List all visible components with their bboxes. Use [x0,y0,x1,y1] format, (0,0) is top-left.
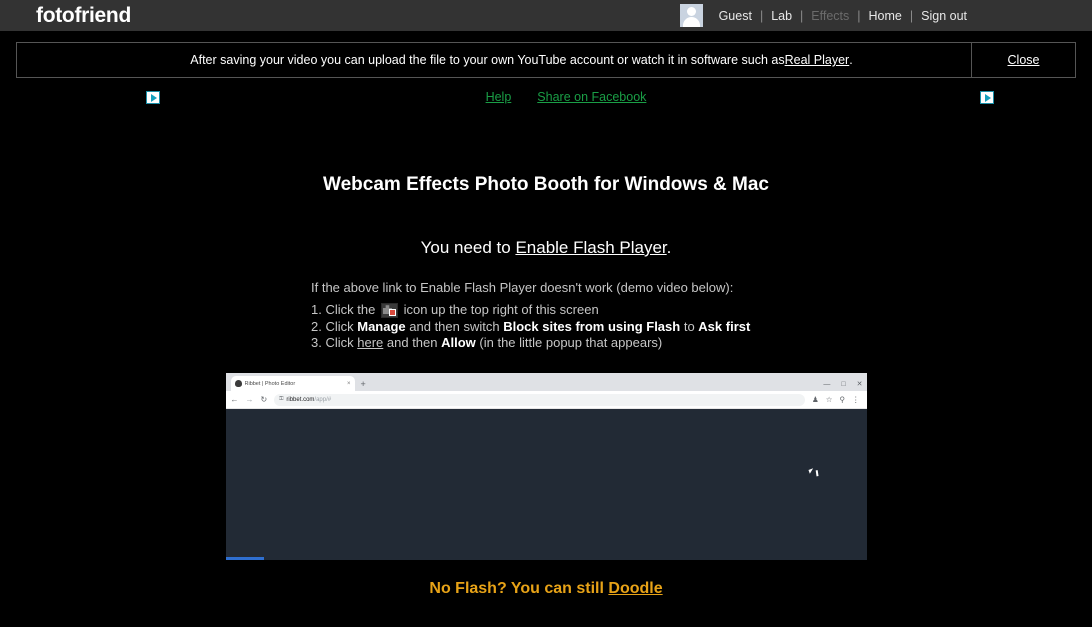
notification-bar: After saving your video you can upload t… [16,42,1076,78]
window-close-icon[interactable]: ✕ [857,381,863,388]
browser-tab-bar: Ribbet | Photo Editor × + — □ ✕ [225,373,867,392]
nav-item-home[interactable]: Home [862,9,909,23]
blocked-indicator-dot [388,309,396,317]
real-player-link[interactable]: Real Player [785,53,850,67]
step-3: 3. Click here and then Allow (in the lit… [311,335,781,351]
subtitle-text-after: . [666,238,672,257]
step-2-bold-ask-first: Ask first [698,318,751,334]
doodle-text-before: No Flash? You can still [429,580,609,598]
video-progress-bar[interactable] [225,557,867,561]
doodle-promo: No Flash? You can still Doodle [0,580,1092,598]
steps-intro: If the above link to Enable Flash Player… [311,280,734,295]
site-header: fotofriend Guest | Lab | Effects | Home … [0,0,1092,31]
step-1: 1. Click the icon up the top right of th… [311,302,781,319]
nav-item-sign-out[interactable]: Sign out [914,9,974,23]
notification-text-before: After saving your video you can upload t… [190,53,785,67]
step-3-bold-allow: Allow [441,334,476,350]
close-notification-button[interactable]: Close [1008,53,1040,67]
bookmark-star-icon[interactable]: ☆ [826,395,833,404]
tab-close-icon[interactable]: × [347,381,351,387]
nav-item-guest[interactable]: Guest [712,9,759,23]
ribbet-favicon-icon [234,380,242,388]
step-1-number: 1. [311,302,322,318]
user-avatar-icon[interactable] [679,4,703,27]
step-2-text-b: and then switch [405,318,504,334]
lock-icon: ⚿ [279,396,284,403]
page-title: Webcam Effects Photo Booth for Windows &… [323,174,769,195]
nav-item-lab[interactable]: Lab [764,9,799,23]
here-link[interactable]: here [357,335,383,350]
back-icon[interactable]: ← [231,395,239,404]
step-3-number: 3. [311,334,322,350]
step-1-text-before: Click the [325,302,376,318]
flash-required-message: You need to Enable Flash Player. [0,238,1092,258]
video-progress-fill [225,557,264,561]
step-2-bold-block-sites: Block sites from using Flash [503,318,681,334]
url-path: /app/# [314,396,332,403]
step-2-text-a: Click [325,318,358,334]
step-2-bold-manage: Manage [357,318,406,334]
avatar-head [686,7,696,16]
notification-wrapper: After saving your video you can upload t… [0,31,1092,78]
address-input[interactable]: ⚿ ribbet.com/app/# [274,393,806,406]
address-url: ribbet.com/app/# [286,397,331,403]
new-tab-icon[interactable]: + [361,379,366,391]
notification-close-cell: Close [971,43,1075,77]
top-links-row: Help Share on Facebook [0,86,1092,120]
reload-icon[interactable]: ↻ [261,395,268,404]
browser-menu-icon[interactable]: ⋮ [852,395,860,404]
window-controls: — □ ✕ [823,381,862,388]
doodle-link[interactable]: Doodle [608,580,662,597]
nav-item-effects: Effects [811,8,850,23]
help-link[interactable]: Help [486,90,512,104]
step-2-text-c: to [680,318,699,334]
notification-text-after: . [849,53,853,67]
subtitle-text-before: You need to [420,238,516,257]
step-1-text-after: icon up the top right of this screen [403,302,599,318]
step-2: 2. Click Manage and then switch Block si… [311,319,781,335]
top-links: Help Share on Facebook [0,90,1092,104]
enable-flash-player-link[interactable]: Enable Flash Player [515,238,666,257]
profile-icon[interactable]: ⚲ [840,395,846,404]
step-2-number: 2. [311,318,322,334]
site-logo[interactable]: fotofriend [36,5,131,26]
browser-tab-title: Ribbet | Photo Editor [244,380,296,387]
demo-video-player[interactable]: Ribbet | Photo Editor × + — □ ✕ ← → ↻ ⚿ … [225,373,867,561]
window-maximize-icon[interactable]: □ [841,381,845,388]
avatar-body [682,17,700,27]
step-3-text-c: (in the little popup that appears) [475,334,663,350]
flash-plugin-blocked-icon [380,303,398,319]
browser-url-bar: ← → ↻ ⚿ ribbet.com/app/# ♟ ☆ ⚲ ⋮ [225,391,867,410]
notification-message: After saving your video you can upload t… [17,43,971,77]
video-stage [225,410,867,561]
main-content: Webcam Effects Photo Booth for Windows &… [0,174,1092,598]
url-domain: ribbet.com [286,396,315,403]
extension-icon[interactable]: ♟ [812,395,819,404]
browser-tab[interactable]: Ribbet | Photo Editor × [230,376,355,392]
step-3-text-b: and then [383,334,442,350]
step-3-text-a: Click [325,334,358,350]
mouse-cursor-icon [807,468,815,474]
browser-toolbar-icons: ♟ ☆ ⚲ ⋮ [812,395,861,404]
main-navigation: Guest | Lab | Effects | Home | Sign out [679,4,1074,27]
share-on-facebook-link[interactable]: Share on Facebook [537,90,646,104]
instruction-steps: If the above link to Enable Flash Player… [311,280,781,351]
forward-icon[interactable]: → [246,395,254,404]
window-minimize-icon[interactable]: — [823,381,830,388]
